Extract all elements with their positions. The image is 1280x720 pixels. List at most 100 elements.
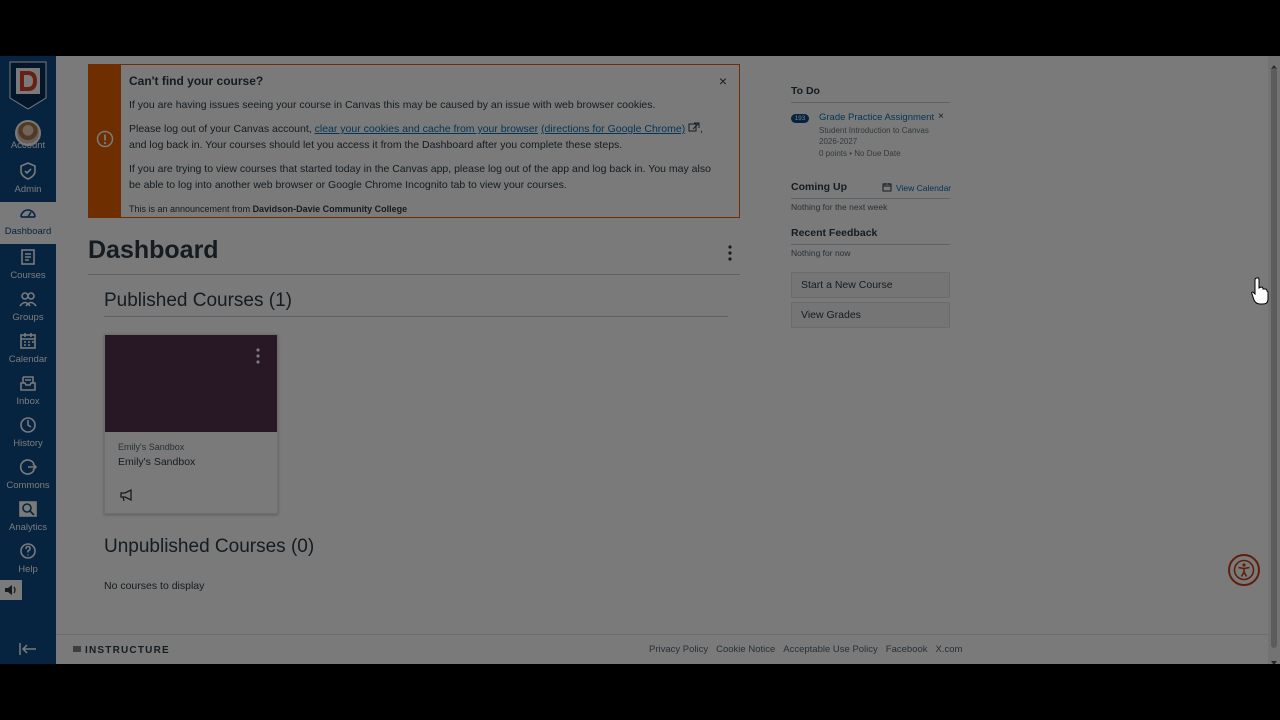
course-card[interactable]: Emily's Sandbox Emily's Sandbox [104,334,278,514]
clock-icon [0,416,56,438]
school-logo[interactable] [8,60,48,110]
divider [791,244,950,245]
nav-dashboard[interactable]: Dashboard [0,202,56,244]
courses-icon [0,248,56,270]
dashboard-options-icon[interactable] [722,242,738,264]
nav-inbox[interactable]: Inbox [0,372,56,414]
hand-cursor-icon [1250,276,1270,306]
course-name: Emily's Sandbox [118,456,196,468]
dismiss-icon[interactable]: × [938,111,944,122]
avatar [0,118,56,146]
footer-links: Privacy Policy Cookie Notice Acceptable … [649,644,962,655]
announcement-paragraph: Please log out of your Canvas account, c… [129,121,711,153]
footer-link-aup[interactable]: Acceptable Use Policy [783,644,878,655]
nav-label: Admin [14,184,42,195]
analytics-icon [0,500,56,522]
nav-label: Help [18,564,38,575]
nav-label: Groups [12,312,44,323]
course-card-hero[interactable] [105,335,277,432]
course-short-name[interactable]: Emily's Sandbox [118,442,184,452]
nav-admin[interactable]: Admin [0,160,56,202]
external-link-icon [688,121,700,137]
nav-label: Commons [6,480,50,491]
global-announcement: Can't find your course? If you are havin… [88,64,740,218]
accessibility-icon[interactable] [1228,554,1260,586]
todo-course: Student Introduction to Canvas 2026-2027 [819,126,929,146]
view-grades-button[interactable]: View Grades [791,302,950,328]
footer-link-privacy[interactable]: Privacy Policy [649,644,708,655]
clear-cookies-link[interactable]: clear your cookies and cache from your b… [315,123,539,135]
kebab-menu-icon[interactable] [253,347,263,365]
feedback-empty: Nothing for now [791,248,851,258]
view-calendar-link[interactable]: View Calendar [882,182,951,194]
announcement-title: Can't find your course? [129,74,264,88]
announcement-body: Can't find your course? If you are havin… [129,73,711,217]
nav-label: Courses [10,270,46,281]
nav-groups[interactable]: Groups [0,288,56,330]
footer-link-facebook[interactable]: Facebook [886,644,928,655]
nav-calendar[interactable]: Calendar [0,330,56,372]
nav-account[interactable]: Account [0,116,56,158]
speaker-icon[interactable] [0,580,22,600]
nav-commons[interactable]: Commons [0,456,56,498]
announcements-icon[interactable] [119,488,135,502]
scrollbar-thumb[interactable] [1271,68,1277,648]
divider [791,198,950,199]
nav-label: Inbox [16,396,40,407]
divider [104,316,728,317]
announcement-paragraph: If you are having issues seeing your cou… [129,99,656,111]
instructure-brand: INSTRUCTURE [85,645,170,656]
help-icon [0,542,56,564]
chrome-directions-link[interactable]: (directions for Google Chrome) [541,123,685,135]
announcement-sidebar [89,65,121,217]
nav-help[interactable]: Help [0,540,56,582]
inbox-icon [0,374,56,396]
close-icon[interactable]: × [719,73,727,89]
footer-divider [56,634,1268,635]
scroll-up-arrow-icon[interactable] [1270,58,1278,69]
nav-label: Account [10,140,46,151]
nav-analytics[interactable]: Analytics [0,498,56,540]
calendar-icon [882,182,892,194]
scroll-down-arrow-icon[interactable] [1270,654,1278,664]
todo-heading: To Do [791,85,820,97]
todo-item-link[interactable]: Grade Practice Assignment [819,112,934,123]
todo-badge: 193 [791,114,809,123]
instructure-icon [72,644,82,657]
no-courses-text: No courses to display [104,580,205,592]
divider [791,102,950,103]
recent-feedback-heading: Recent Feedback [791,227,878,239]
divider [88,274,740,275]
canvas-app: Account Admin Dashboard Courses Groups C… [0,56,1280,664]
page-title: Dashboard [88,236,219,264]
announcement-text: Please log out of your Canvas account, [129,123,315,135]
announcement-footer: This is an announcement from Davidson-Da… [129,201,711,217]
coming-up-heading: Coming Up [791,181,847,193]
commons-icon [0,458,56,480]
nav-courses[interactable]: Courses [0,246,56,288]
nav-label: Dashboard [4,226,52,237]
dashboard-icon [0,204,56,226]
groups-icon [0,290,56,312]
start-new-course-button[interactable]: Start a New Course [791,272,950,298]
announcement-org: Davidson-Davie Community College [252,204,408,215]
nav-label: History [13,438,43,449]
warning-icon [96,130,114,153]
view-calendar-label: View Calendar [896,183,952,193]
nav-label: Calendar [8,354,48,365]
published-courses-heading: Published Courses (1) [104,290,292,311]
announcement-footer-text: This is an announcement from [129,204,253,215]
nav-history[interactable]: History [0,414,56,456]
footer-link-cookie[interactable]: Cookie Notice [716,644,775,655]
calendar-icon [0,332,56,354]
nav-label: Analytics [8,522,47,533]
announcement-paragraph: If you are trying to view courses that s… [129,163,711,192]
global-navigation: Account Admin Dashboard Courses Groups C… [0,56,56,664]
instructure-logo[interactable]: INSTRUCTURE [72,644,170,657]
todo-meta: 0 points • No Due Date [819,149,901,158]
coming-up-empty: Nothing for the next week [791,202,888,212]
page-scrollbar[interactable] [1268,56,1280,664]
unpublished-courses-heading: Unpublished Courses (0) [104,536,315,557]
footer-link-x[interactable]: X.com [936,644,963,655]
collapse-nav-icon[interactable] [18,641,38,657]
